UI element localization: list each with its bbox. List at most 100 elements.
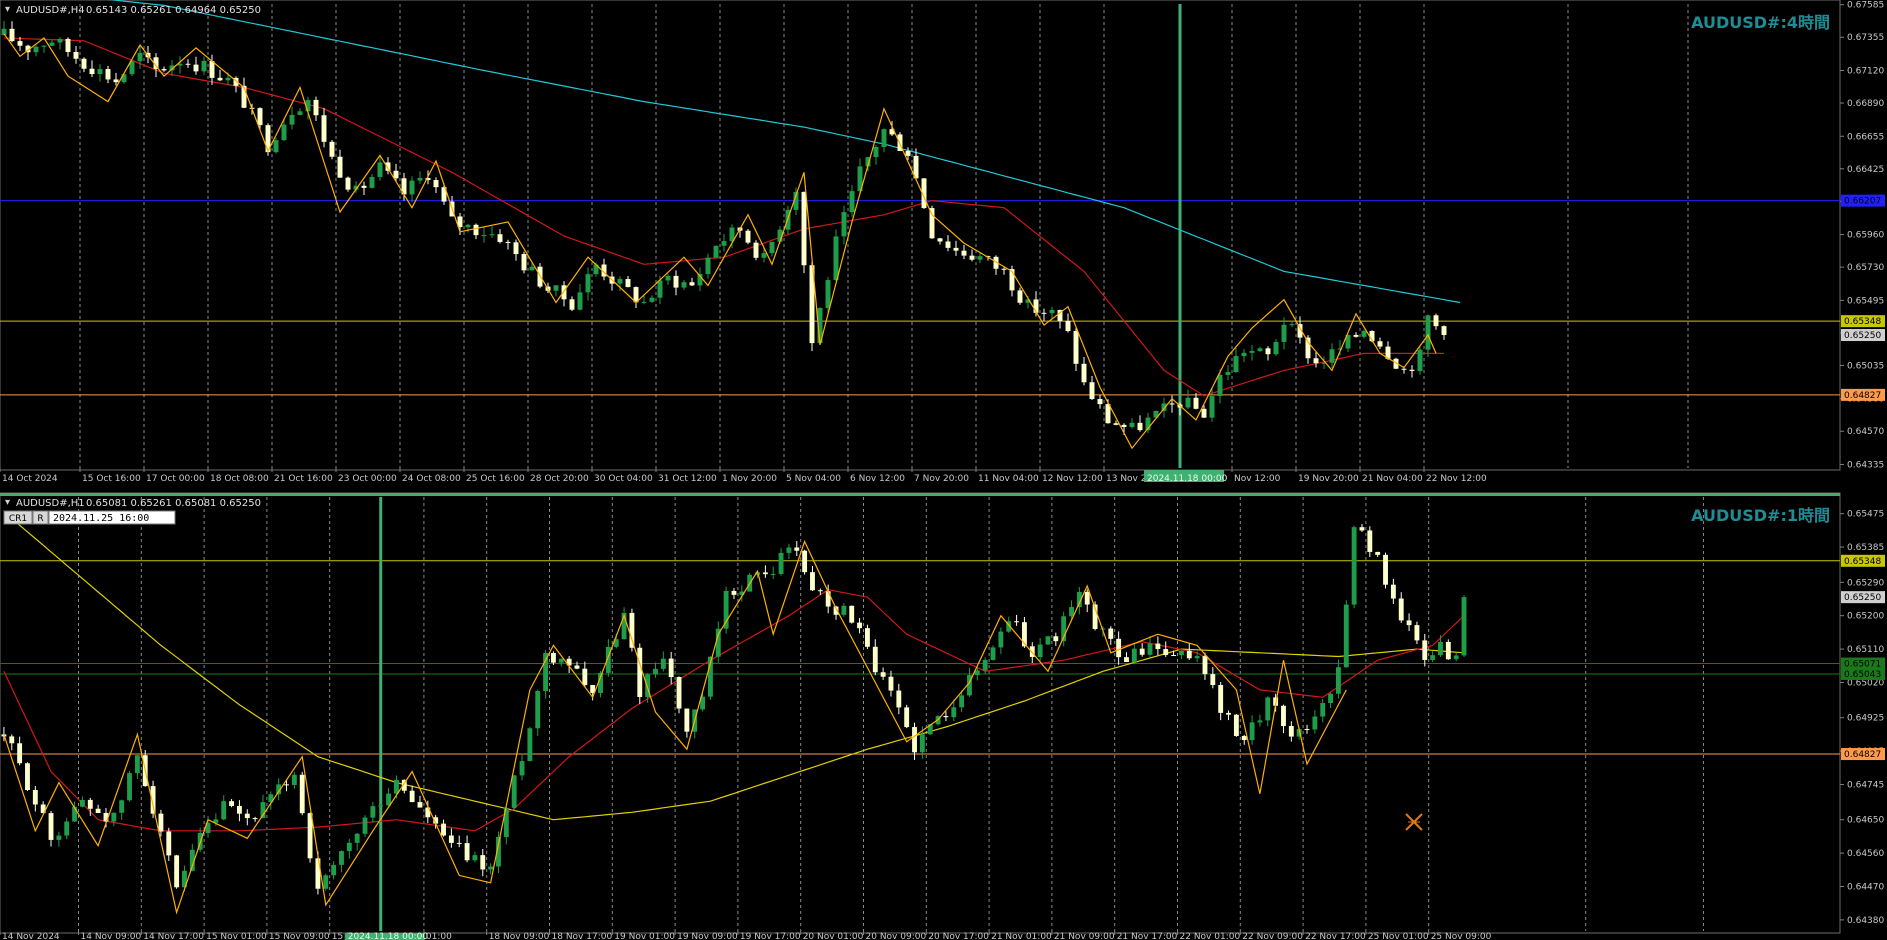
x-tick-label: 21 Nov 04:00 <box>1362 474 1423 484</box>
candle-body <box>284 784 289 786</box>
candle-body <box>521 254 527 271</box>
h4-price-axis[interactable]: 0.67585 0.67355 0.67120 0.66890 0.66655 0.664… <box>1840 1 1885 471</box>
candle-body <box>786 547 792 553</box>
x-tick-label: 6 Nov 12:00 <box>850 474 905 484</box>
candle-body <box>291 774 297 786</box>
candle-body <box>409 180 415 195</box>
x-tick-label: 22 Nov 01:00 <box>1180 932 1241 940</box>
candle-body <box>731 590 737 595</box>
candle-body <box>577 292 583 310</box>
candle-body <box>1163 649 1169 656</box>
candle-body <box>943 716 949 718</box>
candle-body <box>668 658 674 678</box>
candle-body <box>1249 350 1255 353</box>
candle-body <box>912 727 917 753</box>
x-tick-label: 22 Nov 12:00 <box>1426 474 1487 484</box>
candle-body <box>1186 650 1192 659</box>
candle-body <box>97 69 103 75</box>
h1-chart-panel[interactable]: 0.65475 0.65385 0.65290 0.65200 0.65110 0.650… <box>0 492 1885 940</box>
y-tick-label: 0.65730 <box>1847 263 1884 273</box>
candle-body <box>65 38 71 52</box>
candle-body <box>1171 655 1177 657</box>
h4-collapse-icon[interactable]: ▾ <box>5 4 10 15</box>
candle-body <box>649 297 655 302</box>
candle-body <box>1328 693 1334 704</box>
candle-body <box>1017 290 1023 303</box>
candle-body <box>1137 422 1143 431</box>
candle-body <box>585 274 591 293</box>
candle-body <box>1241 736 1247 741</box>
candle-body <box>513 242 519 255</box>
candle-body <box>1461 597 1467 656</box>
candle-body <box>113 79 119 83</box>
x-tick-label: 1 Nov 20:00 <box>722 474 777 484</box>
candle-body <box>873 146 879 158</box>
candle-body <box>753 242 759 258</box>
h4-chart-panel[interactable]: 0.67585 0.67355 0.67120 0.66890 0.66655 0.664… <box>0 0 1885 484</box>
candle-body <box>990 647 996 660</box>
candle-body <box>625 279 631 288</box>
candle-body <box>185 63 191 65</box>
candle-body <box>417 178 423 181</box>
price-level-tag-label: 0.64827 <box>1844 391 1881 401</box>
candle-body <box>561 285 567 300</box>
x-tick-label: 15 Oct 16:00 <box>82 474 141 484</box>
current-price-tag-label: 0.65250 <box>1844 331 1881 341</box>
candle-body <box>497 234 503 242</box>
y-tick-label: 0.64650 <box>1847 816 1884 826</box>
candle-body <box>57 38 63 43</box>
y-tick-label: 0.65200 <box>1847 612 1884 622</box>
candle-body <box>166 831 172 856</box>
candle-body <box>660 658 666 669</box>
h1-active-bar <box>0 493 1840 496</box>
x-tick-label: 7 Nov 20:00 <box>914 474 969 484</box>
candle-body <box>378 805 384 807</box>
x-tick-label: 14 Nov 2024 <box>2 932 60 940</box>
datetime-input-value: 2024.11.25 16:00 <box>53 513 149 524</box>
candle-body <box>236 805 242 814</box>
candle-body <box>629 612 635 648</box>
h1-collapse-icon[interactable]: ▾ <box>5 497 10 508</box>
candle-body <box>417 802 423 808</box>
candle-body <box>41 45 47 47</box>
y-tick-label: 0.66890 <box>1847 99 1884 109</box>
candle-body <box>849 191 855 213</box>
candle-body <box>896 690 902 708</box>
candle-body <box>49 42 55 46</box>
candle-body <box>1001 268 1007 270</box>
candle-body <box>323 875 329 889</box>
chart-canvas[interactable]: 0.67585 0.67355 0.67120 0.66890 0.66655 0.664… <box>0 0 1887 940</box>
candle-body <box>550 653 556 663</box>
current-price-tag-label: 0.65250 <box>1844 593 1881 603</box>
candle-body <box>535 691 541 729</box>
candle-body <box>1241 352 1247 357</box>
y-tick-label: 0.67120 <box>1847 66 1884 76</box>
candle-body <box>1273 341 1279 355</box>
x-tick-label: 20 Nov 17:00 <box>928 932 989 940</box>
candle-body <box>1417 349 1423 371</box>
candle-body <box>543 653 549 692</box>
candle-body <box>1430 655 1436 660</box>
h1-time-axis[interactable]: 14 Nov 2024 14 Nov 09:00 14 Nov 17:00 15 No… <box>0 931 1492 940</box>
x-tick-label: 25 Oct 16:00 <box>466 474 525 484</box>
candle-body <box>9 28 15 42</box>
h1-chart-title: AUDUSD#:1時間 <box>1691 506 1830 525</box>
candle-body <box>745 230 751 243</box>
candle-body <box>945 241 951 248</box>
candle-body <box>1201 408 1207 418</box>
candle-body <box>1289 324 1295 326</box>
candle-body <box>505 241 511 243</box>
candle-body <box>929 208 935 239</box>
candle-body <box>1185 397 1191 408</box>
candle-body <box>681 282 687 288</box>
candle-body <box>1210 674 1216 686</box>
y-tick-label: 0.64335 <box>1847 460 1884 470</box>
candle-body <box>1312 716 1318 730</box>
candle-body <box>225 77 231 81</box>
y-tick-label: 0.64570 <box>1847 427 1884 437</box>
candle-body <box>480 855 486 870</box>
candle-body <box>637 647 643 698</box>
candle-body <box>17 743 23 764</box>
x-tick-label: 14 Nov 09:00 <box>81 932 142 940</box>
price-level-tag-label: 0.65043 <box>1844 670 1881 680</box>
